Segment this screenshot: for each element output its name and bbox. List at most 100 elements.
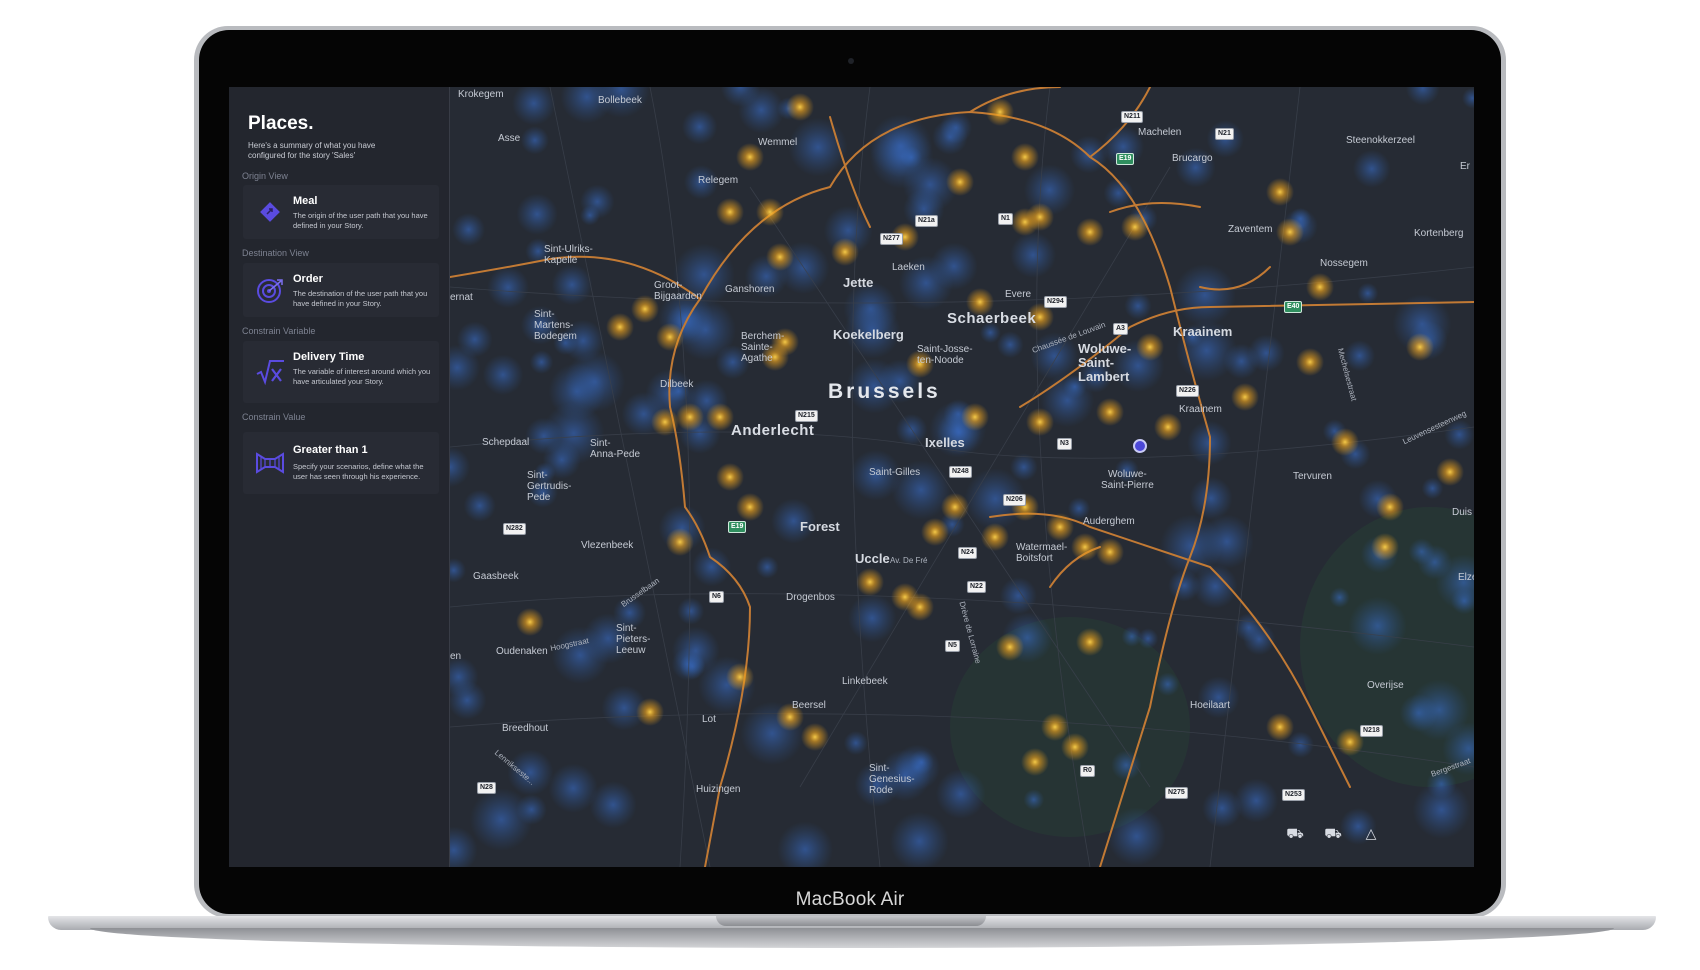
place-label: Duis: [1452, 507, 1473, 518]
place-label: Schepdaal: [482, 437, 530, 448]
heat-blob-high: [706, 403, 734, 431]
basket-icon[interactable]: △: [1358, 822, 1384, 844]
road-shield: N6: [709, 591, 724, 603]
place-label: Asse: [498, 133, 521, 144]
heat-blob-low: [1357, 282, 1379, 304]
heat-blob-high: [946, 168, 974, 196]
district-label: Koekelberg: [833, 327, 904, 342]
district-label: Forest: [800, 519, 840, 534]
heat-blob-high: [786, 93, 814, 121]
heat-blob-low: [1070, 135, 1108, 174]
place-label: Brucargo: [1172, 153, 1213, 164]
heat-blob-high: [1154, 413, 1182, 441]
place-label: Relegem: [698, 175, 739, 186]
heat-blob-high: [1041, 713, 1069, 741]
heat-blob-high: [941, 493, 969, 521]
heat-blob-high: [1021, 748, 1049, 776]
district-label: Jette: [843, 275, 874, 290]
district-label: Kraainem: [1173, 324, 1233, 339]
laptop-base-bottom: [90, 928, 1614, 948]
place-label: Zaventem: [1228, 224, 1273, 235]
place-label: Breedhout: [502, 723, 549, 734]
heat-blob-low: [525, 417, 563, 455]
road-shield: E19: [728, 521, 747, 533]
district-label: Schaerbeek: [947, 310, 1037, 327]
place-label: Er: [1460, 161, 1470, 172]
heat-blob-low: [482, 354, 524, 396]
heat-blob-high: [766, 243, 794, 271]
heat-blob-high: [666, 528, 694, 556]
road-shield: E40: [1284, 301, 1303, 313]
heat-blob-low: [564, 351, 626, 413]
place-label: Saint-Josse- ten-Noode: [917, 344, 973, 366]
road-shield: N248: [949, 466, 972, 478]
place-label: Steenokkerzeel: [1346, 135, 1415, 146]
value-title: Greater than 1: [293, 444, 368, 456]
destination-card[interactable]: Order The destination of the user path t…: [243, 263, 439, 317]
heat-blob-high: [1296, 348, 1324, 376]
place-label: Groot- Bijgaarden: [654, 280, 702, 302]
heat-blob-low: [589, 781, 637, 829]
heat-blob-high: [1266, 713, 1294, 741]
heat-blob-high: [1011, 208, 1039, 236]
heat-blob-low: [1155, 672, 1180, 697]
heat-blob-high: [756, 198, 784, 226]
heat-blob-low: [452, 213, 486, 246]
road-shield: R0: [1080, 765, 1095, 777]
heat-blob-low: [681, 109, 718, 145]
heat-blob-high: [986, 98, 1014, 126]
place-label: Overijse: [1367, 680, 1404, 691]
variable-desc: The variable of interest around which yo…: [293, 367, 431, 386]
place-label: Wemmel: [758, 137, 798, 148]
heat-blob-low: [529, 350, 554, 374]
variable-card[interactable]: Delivery Time The variable of interest a…: [243, 341, 439, 403]
heat-blob-low: [1202, 788, 1242, 828]
place-label: Sint- Gertrudis- Pede: [527, 470, 572, 503]
heat-blob-high: [1076, 628, 1104, 656]
road-shield: N294: [1044, 296, 1067, 308]
heat-blob-high: [1096, 538, 1124, 566]
road-shield: N253: [1282, 789, 1305, 801]
heat-blob-high: [856, 568, 884, 596]
heat-blob-high: [996, 633, 1024, 661]
place-label: Laeken: [892, 262, 925, 273]
heat-blob-low: [1189, 476, 1233, 520]
place-label: Sint- Martens- Bodegem: [534, 309, 577, 342]
road-shield: N1: [998, 213, 1013, 225]
heat-blob-low: [580, 184, 615, 219]
place-label: Huizingen: [696, 784, 741, 795]
heat-blob-high: [716, 198, 744, 226]
road-shield: E19: [1116, 153, 1135, 165]
place-label: Hoeilaart: [1190, 700, 1231, 711]
section-label-origin: Origin View: [242, 171, 288, 181]
car-icon[interactable]: ⛟: [1320, 822, 1346, 844]
place-label: Auderghem: [1083, 516, 1135, 527]
heat-blob-high: [1436, 458, 1464, 486]
origin-card[interactable]: Meal The origin of the user path that yo…: [243, 185, 439, 239]
value-card[interactable]: Greater than 1 Specify your scenarios, d…: [243, 432, 439, 494]
heat-blob-low: [675, 299, 736, 361]
place-label: Watermael- Boitsfort: [1016, 542, 1068, 564]
heat-blob-low: [1124, 292, 1152, 320]
heat-blob-high: [1371, 533, 1399, 561]
road-shield: N21a: [915, 215, 938, 227]
origin-title: Meal: [293, 195, 318, 207]
heat-blob-high: [1406, 333, 1434, 361]
heat-blob-high: [1046, 513, 1074, 541]
heat-blob-low: [1234, 778, 1279, 823]
place-label: Ganshoren: [725, 284, 775, 295]
location-marker[interactable]: [1133, 439, 1147, 453]
place-label: Dilbeek: [660, 379, 694, 390]
road-shield: N28: [477, 782, 496, 794]
heat-map[interactable]: Krokegem Bollebeek Asse Wemmel Relegem M…: [450, 87, 1474, 867]
road-shield: N277: [880, 233, 903, 245]
heat-blob-low: [551, 264, 593, 306]
section-label-value: Constrain Value: [242, 412, 306, 422]
heat-blob-low: [463, 489, 496, 522]
variable-title: Delivery Time: [293, 351, 365, 363]
heat-blob-low: [1408, 679, 1470, 741]
place-label: Elzer: [1458, 572, 1474, 583]
car-icon[interactable]: ⛟: [1282, 822, 1308, 844]
camera-icon: [848, 58, 854, 64]
road-shield: A3: [1113, 323, 1128, 335]
